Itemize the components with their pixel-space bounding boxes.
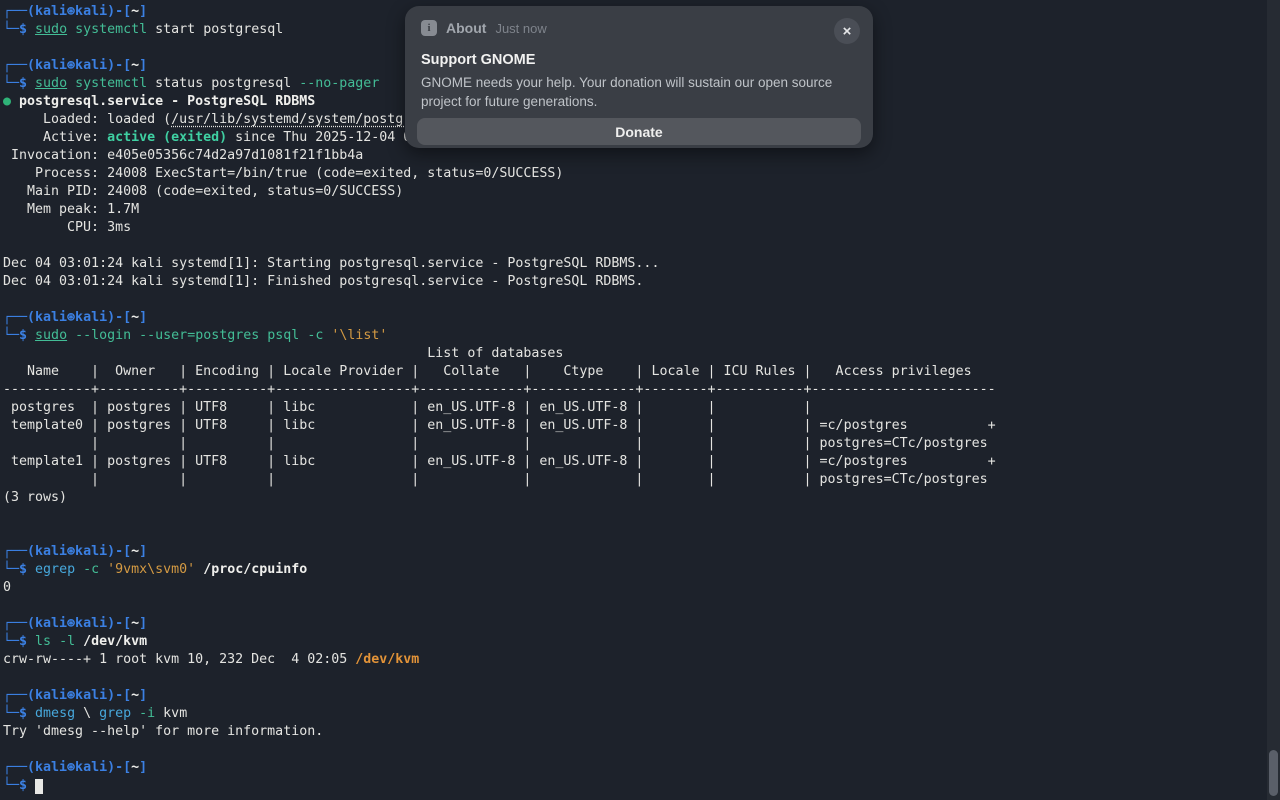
terminal-line: Dec 04 03:01:24 kali systemd[1]: Startin… — [3, 255, 1280, 273]
terminal-line: Try 'dmesg --help' for more information. — [3, 723, 1280, 741]
terminal-line: Dec 04 03:01:24 kali systemd[1]: Finishe… — [3, 273, 1280, 291]
terminal-line — [3, 291, 1280, 309]
terminal-line: Invocation: e405e05356c74d2a97d1081f21f1… — [3, 147, 1280, 165]
terminal-line — [3, 669, 1280, 687]
terminal-line — [3, 237, 1280, 255]
terminal-line: ┌──(kali⊛kali)-[~] — [3, 615, 1280, 633]
terminal-line: └─$ egrep -c '9vmx\svm0' /proc/cpuinfo — [3, 561, 1280, 579]
terminal-line: Mem peak: 1.7M — [3, 201, 1280, 219]
terminal-line: ┌──(kali⊛kali)-[~] — [3, 309, 1280, 327]
terminal-line: Process: 24008 ExecStart=/bin/true (code… — [3, 165, 1280, 183]
terminal-line — [3, 525, 1280, 543]
terminal-line: ┌──(kali⊛kali)-[~] — [3, 759, 1280, 777]
donate-button[interactable]: Donate — [417, 118, 861, 145]
notification-app-name: About — [446, 20, 486, 36]
terminal-line: └─$ ls -l /dev/kvm — [3, 633, 1280, 651]
terminal-line: postgres | postgres | UTF8 | libc | en_U… — [3, 399, 1280, 417]
terminal-line: └─$ — [3, 777, 1280, 795]
terminal-line: crw-rw----+ 1 root kvm 10, 232 Dec 4 02:… — [3, 651, 1280, 669]
terminal-line: CPU: 3ms — [3, 219, 1280, 237]
notification-title: Support GNOME — [421, 52, 535, 68]
notification-popup: i About Just now × Support GNOME GNOME n… — [405, 6, 873, 148]
terminal-line: Main PID: 24008 (code=exited, status=0/S… — [3, 183, 1280, 201]
terminal-line — [3, 741, 1280, 759]
terminal-line: ┌──(kali⊛kali)-[~] — [3, 687, 1280, 705]
terminal-line: Name | Owner | Encoding | Locale Provide… — [3, 363, 1280, 381]
close-icon: × — [843, 23, 852, 40]
terminal-line: (3 rows) — [3, 489, 1280, 507]
terminal-line: | | | | | | | | postgres=CTc/postgres — [3, 435, 1280, 453]
terminal-line: └─$ sudo --login --user=postgres psql -c… — [3, 327, 1280, 345]
terminal-line: ┌──(kali⊛kali)-[~] — [3, 543, 1280, 561]
terminal-line — [3, 507, 1280, 525]
terminal-line: List of databases — [3, 345, 1280, 363]
terminal-line: └─$ dmesg \ grep -i kvm — [3, 705, 1280, 723]
terminal-line — [3, 597, 1280, 615]
notification-timestamp: Just now — [495, 21, 546, 36]
terminal-line: -----------+----------+----------+------… — [3, 381, 1280, 399]
terminal-line: template1 | postgres | UTF8 | libc | en_… — [3, 453, 1280, 471]
terminal-cursor — [35, 779, 43, 794]
close-button[interactable]: × — [834, 18, 860, 44]
terminal-line: | | | | | | | | postgres=CTc/postgres — [3, 471, 1280, 489]
notification-body: GNOME needs your help. Your donation wil… — [421, 73, 859, 111]
notification-header: i About Just now — [421, 20, 547, 36]
terminal-line: template0 | postgres | UTF8 | libc | en_… — [3, 417, 1280, 435]
info-icon: i — [421, 20, 437, 36]
scrollbar-thumb[interactable] — [1269, 750, 1278, 796]
terminal-line: 0 — [3, 579, 1280, 597]
scrollbar-track[interactable] — [1267, 0, 1280, 800]
